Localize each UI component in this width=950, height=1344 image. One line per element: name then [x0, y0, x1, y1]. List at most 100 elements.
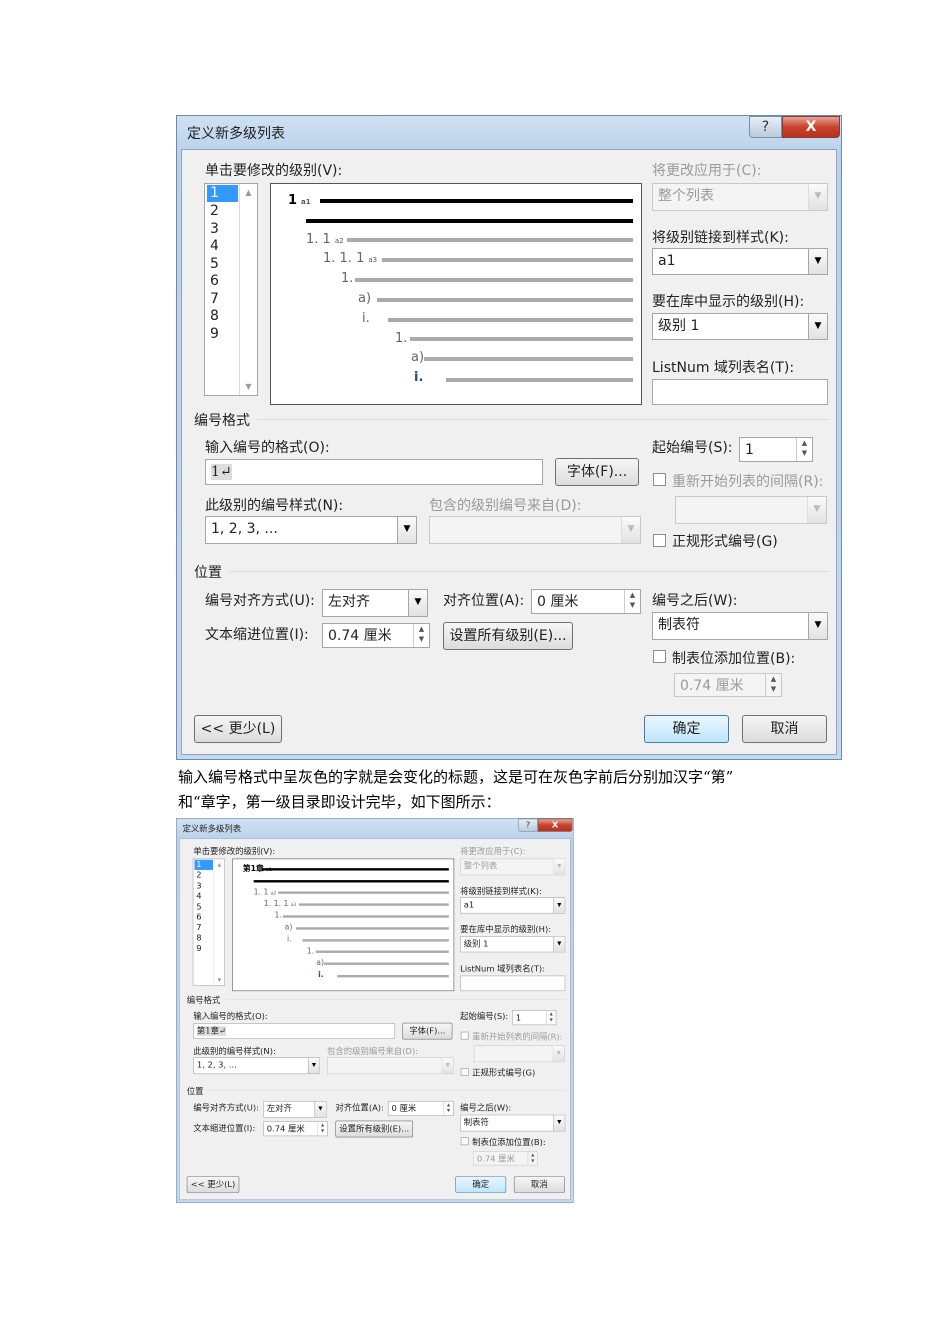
link-style-select[interactable]: a1 ▼: [652, 248, 828, 275]
tab-stop-label: 制表位添加位置(B):: [672, 651, 796, 667]
tab-stop-checkbox[interactable]: [460, 1137, 469, 1146]
start-at-label: 起始编号(S):: [652, 440, 733, 456]
include-level-select[interactable]: ▼: [429, 516, 641, 544]
level-preview: 第1章a1 1. 1a2 1. 1. 1a3 1. a) i. 1. a) i.: [232, 858, 455, 992]
restart-checkbox[interactable]: [653, 473, 666, 486]
include-level-select[interactable]: ▼: [327, 1057, 454, 1075]
spinner-arrows-icon[interactable]: ▲ ▼: [765, 674, 781, 696]
level-item[interactable]: 3: [207, 221, 238, 238]
listnum-label: ListNum 域列表名(T):: [652, 360, 795, 376]
chevron-down-icon: ▼: [808, 249, 827, 274]
spinner-arrows-icon[interactable]: ▲ ▼: [443, 1101, 453, 1116]
listnum-input[interactable]: [652, 379, 828, 405]
level-list-scrollbar[interactable]: ▲ ▼: [239, 184, 257, 395]
spinner-arrows-icon[interactable]: ▲ ▼: [796, 438, 812, 461]
dialog-screenshot-1: 定义新多级列表 ? X 单击要修改的级别(V): 1 2 3 4 5 6 7 8…: [176, 115, 842, 760]
cancel-button[interactable]: 取消: [513, 1176, 565, 1193]
restart-level-select[interactable]: ▼: [473, 1045, 565, 1063]
level-preview: 1 a1 1. 1 a2 1. 1. 1 a3 1. a) i. 1. a) i.: [270, 183, 642, 405]
restart-checkbox[interactable]: [460, 1031, 469, 1040]
spinner-arrows-icon[interactable]: ▲ ▼: [413, 624, 429, 647]
help-button[interactable]: ?: [518, 818, 538, 832]
preview-level-9-label: i.: [318, 970, 324, 980]
tab-stop-spinner[interactable]: 0.74 厘米 ▲ ▼: [674, 673, 782, 697]
start-at-spinner[interactable]: 1 ▲ ▼: [739, 437, 813, 462]
preview-line: [446, 378, 633, 382]
gallery-level-select[interactable]: 级别 1 ▼: [652, 313, 828, 340]
apply-to-select[interactable]: 整个列表 ▼: [652, 183, 828, 211]
legal-numbering-checkbox[interactable]: [653, 534, 666, 547]
level-item[interactable]: 1: [207, 185, 238, 202]
aligned-at-spinner[interactable]: 0 厘米 ▲ ▼: [387, 1100, 454, 1116]
paragraph-line-1: 输入编号格式中呈灰色的字就是会变化的标题，这是可在灰色字前后分别加汉字“第”: [178, 768, 734, 786]
spinner-arrows-icon[interactable]: ▲ ▼: [317, 1121, 327, 1136]
level-item[interactable]: 3: [195, 881, 214, 891]
set-all-levels-button[interactable]: 设置所有级别(E)...: [443, 622, 573, 650]
number-format-input[interactable]: 第1章↵: [193, 1023, 396, 1039]
level-item[interactable]: 6: [207, 273, 238, 290]
follow-number-select[interactable]: 制表符 ▼: [460, 1114, 566, 1132]
link-style-select[interactable]: a1 ▼: [460, 897, 566, 914]
legal-numbering-checkbox[interactable]: [460, 1068, 469, 1076]
level-item[interactable]: 2: [207, 203, 238, 220]
level-item[interactable]: 2: [195, 871, 214, 881]
apply-to-label: 将更改应用于(C):: [460, 846, 526, 857]
number-style-select[interactable]: 1, 2, 3, ... ▼: [205, 516, 417, 544]
tab-stop-checkbox[interactable]: [653, 650, 666, 663]
level-item[interactable]: 5: [207, 256, 238, 273]
preview-line: [355, 278, 633, 282]
preview-line: [388, 318, 633, 322]
cancel-button[interactable]: 取消: [742, 715, 827, 743]
tab-stop-spinner[interactable]: 0.74 厘米 ▲ ▼: [473, 1151, 538, 1166]
level-list-scrollbar[interactable]: ▲ ▼: [213, 859, 225, 986]
start-at-spinner[interactable]: 1 ▲ ▼: [512, 1010, 557, 1026]
preview-level-7-label: 1.: [395, 331, 408, 346]
chevron-down-icon: ▼: [408, 590, 427, 616]
number-format-input[interactable]: 1↵: [205, 459, 543, 485]
indent-spinner[interactable]: 0.74 厘米 ▲ ▼: [322, 623, 430, 648]
alignment-select[interactable]: 左对齐 ▼: [263, 1100, 327, 1118]
level-item[interactable]: 8: [195, 933, 214, 943]
font-button[interactable]: 字体(F)...: [555, 458, 639, 486]
spinner-arrows-icon[interactable]: ▲ ▼: [546, 1010, 556, 1025]
follow-number-select[interactable]: 制表符 ▼: [652, 612, 828, 640]
ok-button[interactable]: 确定: [644, 715, 729, 743]
level-item[interactable]: 4: [195, 891, 214, 901]
less-button[interactable]: << 更少(L): [194, 715, 282, 743]
gallery-level-select[interactable]: 级别 1 ▼: [460, 936, 566, 953]
level-item[interactable]: 4: [207, 238, 238, 255]
aligned-at-spinner[interactable]: 0 厘米 ▲ ▼: [531, 589, 641, 614]
click-level-label: 单击要修改的级别(V):: [205, 163, 343, 179]
level-item[interactable]: 5: [195, 902, 214, 912]
level-item[interactable]: 6: [195, 912, 214, 922]
level-list[interactable]: 1 2 3 4 5 6 7 8 9 ▲ ▼: [192, 858, 225, 986]
level-item[interactable]: 7: [195, 923, 214, 933]
listnum-input[interactable]: [460, 975, 566, 992]
font-button[interactable]: 字体(F)...: [402, 1022, 453, 1040]
restart-level-select[interactable]: ▼: [675, 496, 827, 524]
help-button[interactable]: ?: [749, 116, 782, 138]
indent-spinner[interactable]: 0.74 厘米 ▲ ▼: [263, 1121, 328, 1137]
ok-button[interactable]: 确定: [455, 1176, 507, 1193]
alignment-select[interactable]: 左对齐 ▼: [322, 589, 428, 617]
chevron-down-icon: ▼: [441, 1057, 454, 1074]
level-item[interactable]: 9: [207, 326, 238, 343]
close-button[interactable]: X: [537, 818, 573, 832]
level-list[interactable]: 1 2 3 4 5 6 7 8 9 ▲ ▼: [204, 183, 258, 396]
preview-level-3-label: 1. 1. 1 a3: [323, 251, 378, 266]
preview-level-4-label: 1.: [274, 911, 282, 921]
level-item[interactable]: 8: [207, 308, 238, 325]
position-section: 位置: [194, 565, 222, 581]
level-item[interactable]: 7: [207, 291, 238, 308]
preview-level-8-label: a): [411, 350, 425, 365]
less-button[interactable]: << 更少(L): [186, 1176, 240, 1193]
spinner-arrows-icon[interactable]: ▲ ▼: [624, 590, 640, 613]
set-all-levels-button[interactable]: 设置所有级别(E)...: [335, 1120, 414, 1138]
close-button[interactable]: X: [782, 116, 840, 138]
level-item[interactable]: 1: [194, 859, 214, 870]
apply-to-select[interactable]: 整个列表 ▼: [460, 858, 566, 876]
alignment-label: 编号对齐方式(U):: [205, 593, 315, 609]
number-style-select[interactable]: 1, 2, 3, ... ▼: [193, 1057, 320, 1075]
spinner-arrows-icon[interactable]: ▲ ▼: [527, 1151, 538, 1165]
level-item[interactable]: 9: [195, 944, 214, 954]
